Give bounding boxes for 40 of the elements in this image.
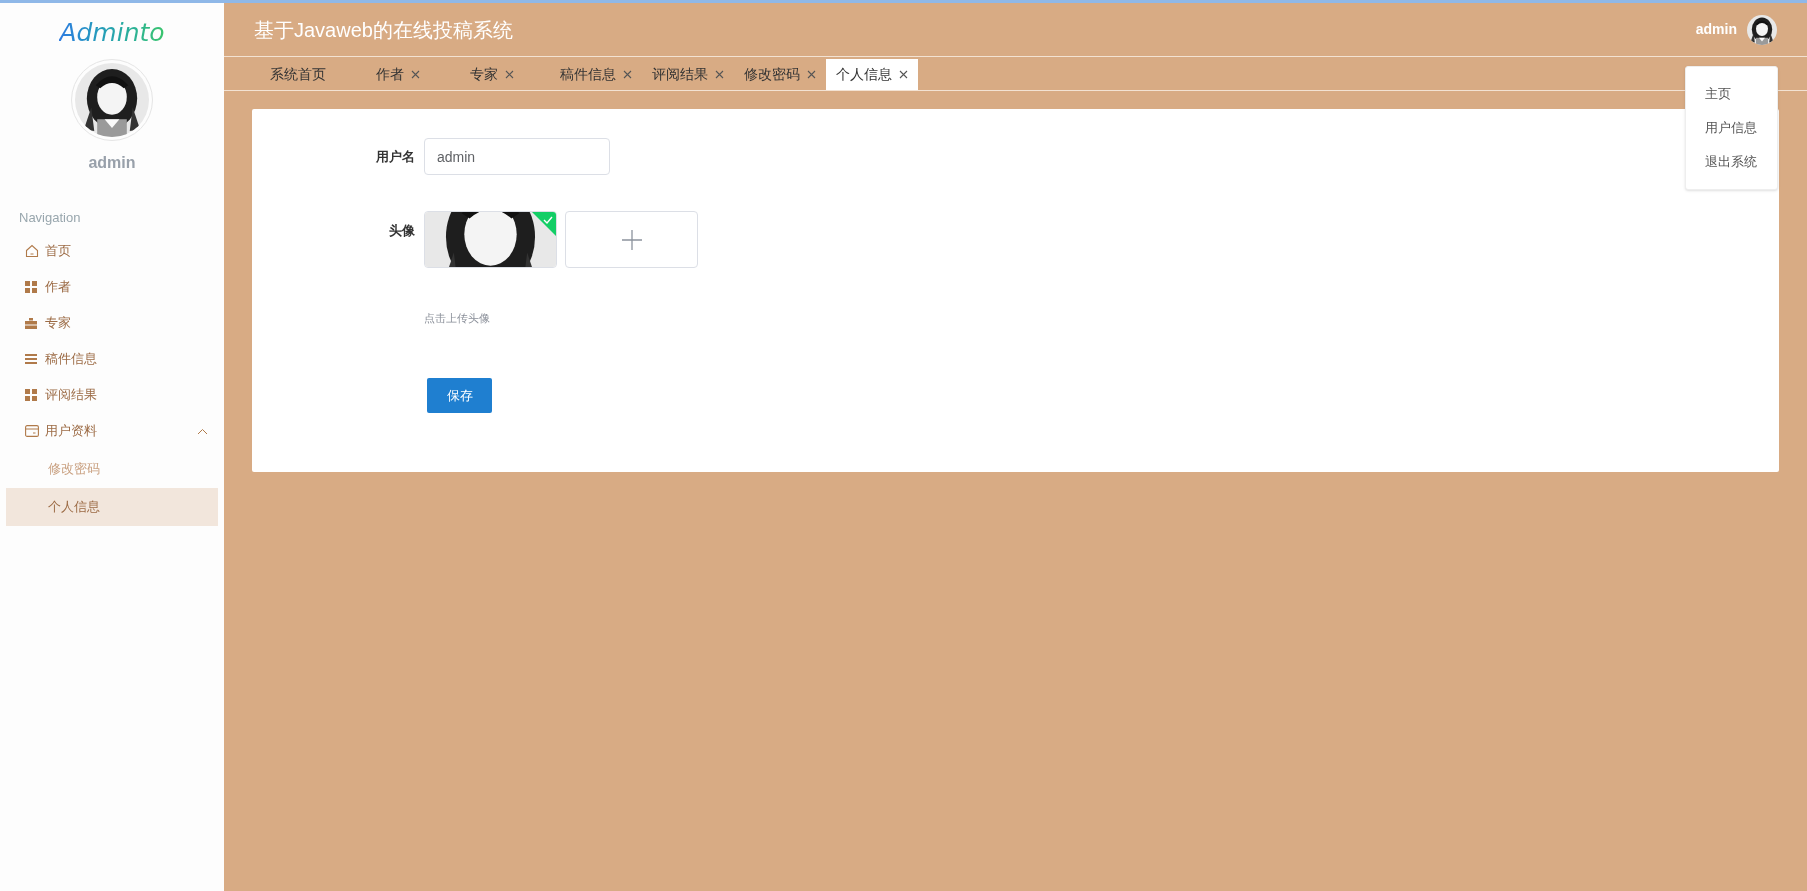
save-button[interactable]: 保存	[427, 378, 492, 413]
tab[interactable]: 系统首页	[254, 59, 342, 90]
nav-subitem[interactable]: 个人信息	[6, 488, 218, 526]
list-icon	[25, 354, 37, 364]
plus-icon	[621, 229, 642, 250]
close-icon[interactable]	[505, 70, 514, 79]
grid-icon	[25, 281, 37, 293]
user-name: admin	[1695, 20, 1737, 39]
nav-item[interactable]: 用户资料	[6, 413, 218, 449]
nav-item[interactable]: 作者	[6, 269, 218, 305]
grid-icon	[25, 389, 37, 401]
section-title: Navigation	[19, 210, 81, 225]
tab[interactable]: 评阅结果	[642, 59, 734, 90]
nav-item[interactable]: 首页	[6, 233, 218, 269]
tab[interactable]: 修改密码	[734, 59, 826, 90]
tab[interactable]: 稿件信息	[550, 59, 642, 90]
tab[interactable]: 个人信息	[826, 59, 918, 90]
field-label: 用户名	[375, 147, 416, 166]
nav-item[interactable]: 专家	[6, 305, 218, 341]
user-name: admin	[88, 153, 136, 173]
tab[interactable]: 专家	[456, 59, 528, 90]
menu-item[interactable]: 主页	[1686, 77, 1777, 111]
username-field[interactable]: admin	[424, 138, 610, 175]
card-icon	[25, 425, 39, 437]
close-icon[interactable]	[715, 70, 724, 79]
close-icon[interactable]	[623, 70, 632, 79]
nav-item[interactable]: 稿件信息	[6, 341, 218, 377]
close-icon[interactable]	[411, 70, 420, 79]
avatar[interactable]	[1747, 14, 1777, 45]
app-title: 基于Javaweb的在线投稿系统	[254, 17, 514, 43]
upload-hint: 点击上传头像	[424, 312, 490, 324]
menu-item[interactable]: 退出系统	[1686, 145, 1777, 179]
home-icon	[25, 244, 39, 258]
nav-item[interactable]: 评阅结果	[6, 377, 218, 413]
field-label: 头像	[388, 222, 416, 240]
briefcase-icon	[25, 317, 37, 329]
close-icon[interactable]	[899, 70, 908, 79]
tab[interactable]: 作者	[362, 59, 434, 90]
close-icon[interactable]	[807, 70, 816, 79]
menu-item[interactable]: 用户信息	[1686, 111, 1777, 145]
